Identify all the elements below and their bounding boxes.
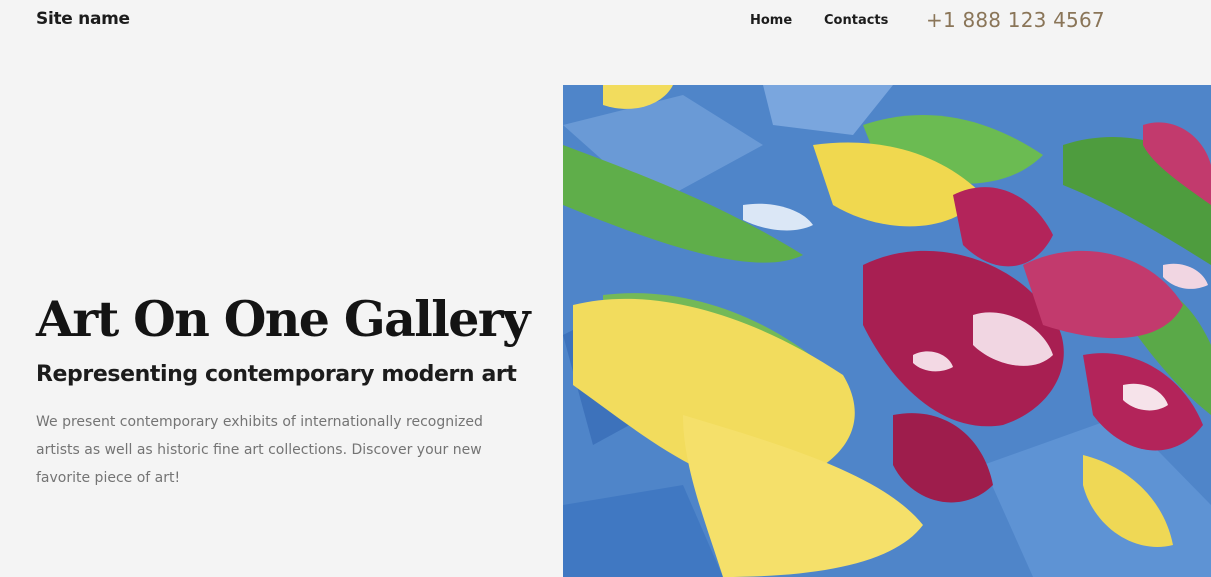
main-nav: Home Contacts bbox=[750, 13, 924, 28]
site-header: Site name Home Contacts +1 888 123 4567 bbox=[0, 0, 1211, 44]
hero-subtitle: Representing contemporary modern art bbox=[36, 362, 517, 387]
nav-contacts-link[interactable]: Contacts bbox=[824, 13, 924, 28]
abstract-painting-image bbox=[563, 85, 1211, 577]
hero-description: We present contemporary exhibits of inte… bbox=[36, 414, 483, 486]
nav-home-link[interactable]: Home bbox=[750, 13, 824, 28]
phone-link[interactable]: +1 888 123 4567 bbox=[926, 8, 1105, 32]
hero-text-block: Art On One Gallery Representing contempo… bbox=[36, 288, 531, 492]
hero-title: Art On One Gallery bbox=[36, 290, 531, 348]
site-name-link[interactable]: Site name bbox=[36, 9, 130, 29]
painting-svg bbox=[563, 85, 1211, 577]
